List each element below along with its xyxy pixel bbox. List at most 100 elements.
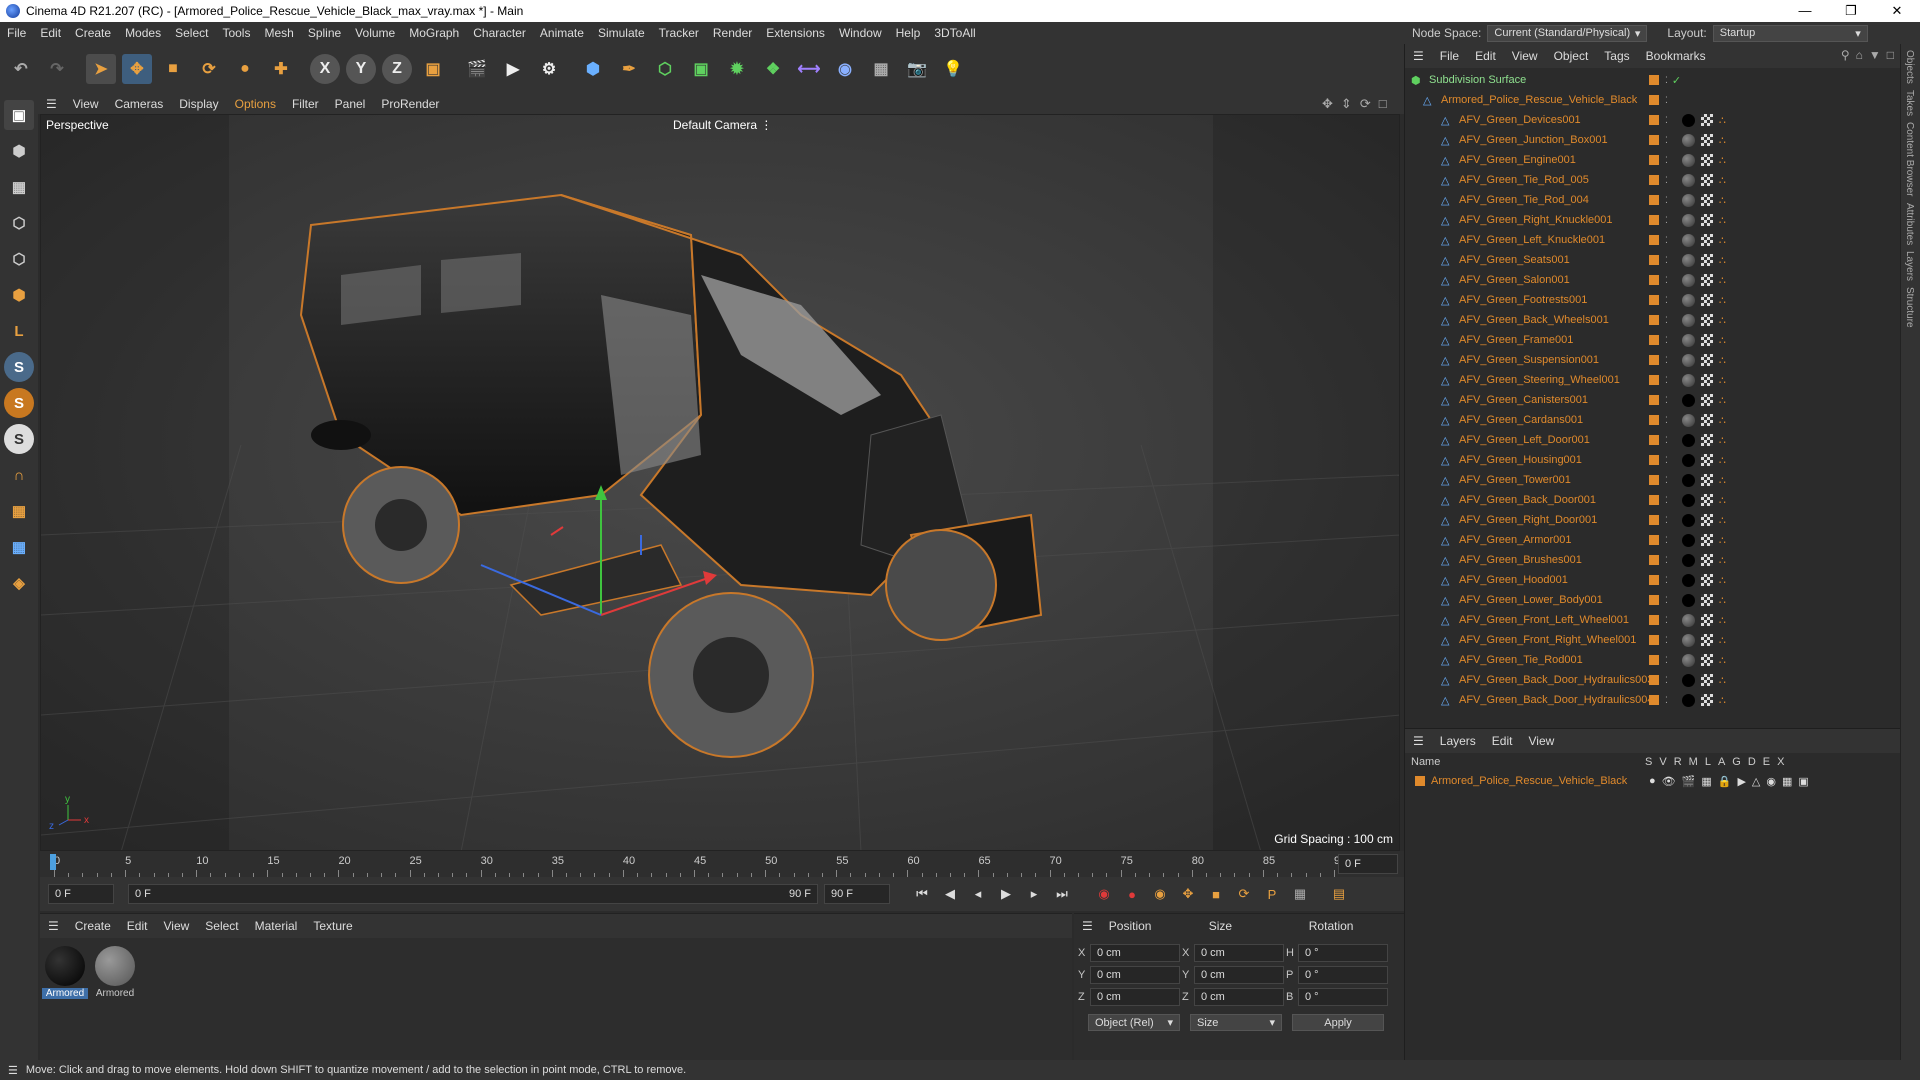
layer-color-icon[interactable] — [1649, 395, 1659, 405]
parameter-key-icon[interactable]: P — [1261, 883, 1283, 905]
vertex-tag-icon[interactable]: ∴ — [1719, 334, 1726, 347]
quantize-icon[interactable]: S — [4, 388, 34, 418]
material-tag-icon[interactable] — [1681, 693, 1695, 707]
size-field[interactable]: 0 cm — [1194, 944, 1284, 962]
bend-icon[interactable]: ⟷ — [794, 54, 824, 84]
material-menu-edit[interactable]: Edit — [119, 919, 156, 933]
minimize-icon[interactable]: — — [1782, 3, 1828, 19]
orbit-icon[interactable]: ⟳ — [1360, 96, 1371, 112]
visibility-dots-icon[interactable]: ⁚ — [1665, 655, 1668, 666]
previous-frame-icon[interactable]: ◂ — [967, 883, 989, 905]
texture-tag-icon[interactable] — [1700, 354, 1713, 366]
point-mode-icon[interactable]: ⬡ — [4, 208, 34, 238]
layer-color-icon[interactable] — [1649, 635, 1659, 645]
texture-tag-icon[interactable] — [1700, 294, 1713, 306]
layer-color-icon[interactable] — [1649, 175, 1659, 185]
layer-color-icon[interactable] — [1649, 495, 1659, 505]
z-axis-lock-icon[interactable]: Z — [382, 54, 412, 84]
visibility-dots-icon[interactable]: ⁚ — [1665, 295, 1668, 306]
hamburger-icon[interactable]: ☰ — [1405, 49, 1432, 63]
apply-button[interactable]: Apply — [1292, 1014, 1384, 1031]
hamburger-icon[interactable]: ☰ — [8, 1064, 18, 1077]
pen-spline-icon[interactable]: ✒ — [614, 54, 644, 84]
texture-tag-icon[interactable] — [1700, 674, 1713, 686]
vertex-tag-icon[interactable]: ∴ — [1719, 614, 1726, 627]
cube-icon[interactable]: ⬢ — [578, 54, 608, 84]
vertex-tag-icon[interactable]: ∴ — [1719, 634, 1726, 647]
object-row[interactable]: △ AFV_Green_Tie_Rod_005 ⁚ ∴ — [1405, 170, 1900, 190]
maximize-icon[interactable]: ❐ — [1828, 3, 1874, 19]
layer-col-header[interactable]: S — [1645, 756, 1652, 768]
visibility-dots-icon[interactable]: ⁚ — [1665, 395, 1668, 406]
object-row[interactable]: △ AFV_Green_Back_Door_Hydraulics003 ⁚ ∴ — [1405, 670, 1900, 690]
size-mode-dropdown[interactable]: Size ▾ — [1190, 1014, 1282, 1031]
layer-color-icon[interactable] — [1649, 95, 1659, 105]
object-row[interactable]: △ AFV_Green_Seats001 ⁚ ∴ — [1405, 250, 1900, 270]
layer-color-icon[interactable] — [1649, 155, 1659, 165]
go-to-start-icon[interactable]: ⏮ — [911, 883, 933, 905]
autokey-icon[interactable]: ● — [1121, 883, 1143, 905]
object-row[interactable]: △ AFV_Green_Back_Wheels001 ⁚ ∴ — [1405, 310, 1900, 330]
layer-color-icon[interactable] — [1649, 595, 1659, 605]
menu-3dtoall[interactable]: 3DToAll — [927, 26, 982, 40]
timeline-window-icon[interactable]: ▤ — [1328, 883, 1350, 905]
visibility-dots-icon[interactable]: ⁚ — [1665, 415, 1668, 426]
material-swatch[interactable]: Armored — [92, 946, 138, 999]
object-row[interactable]: △ AFV_Green_Canisters001 ⁚ ∴ — [1405, 390, 1900, 410]
texture-tag-icon[interactable] — [1700, 154, 1713, 166]
material-tag-icon[interactable] — [1681, 253, 1695, 267]
material-menu-view[interactable]: View — [155, 919, 197, 933]
side-tab-structure[interactable]: Structure — [1904, 287, 1915, 328]
layer-color-icon[interactable] — [1649, 435, 1659, 445]
vertex-tag-icon[interactable]: ∴ — [1719, 594, 1726, 607]
layer-menu-edit[interactable]: Edit — [1484, 734, 1521, 748]
vertex-tag-icon[interactable]: ∴ — [1719, 534, 1726, 547]
deformers-icon[interactable]: ◉ — [1766, 775, 1776, 788]
timeline-ruler[interactable]: 051015202530354045505560657075808590 0 F — [40, 851, 1404, 877]
menu-create[interactable]: Create — [68, 26, 118, 40]
previous-key-icon[interactable]: ◀ — [939, 883, 961, 905]
render-icon[interactable]: 🎬 — [1682, 775, 1696, 788]
locked-icon[interactable]: 🔒 — [1718, 775, 1732, 788]
vertex-tag-icon[interactable]: ∴ — [1719, 674, 1726, 687]
go-to-end-icon[interactable]: ⏭ — [1051, 883, 1073, 905]
hamburger-icon[interactable]: ☰ — [1074, 919, 1101, 933]
play-icon[interactable]: ▶ — [995, 883, 1017, 905]
menu-edit[interactable]: Edit — [33, 26, 68, 40]
object-menu-file[interactable]: File — [1432, 49, 1467, 63]
viewport-menu-options[interactable]: Options — [227, 97, 284, 111]
texture-tag-icon[interactable] — [1700, 334, 1713, 346]
render-settings-icon[interactable]: ⚙ — [534, 54, 564, 84]
move-tool-icon[interactable]: ✥ — [122, 54, 152, 84]
texture-tag-icon[interactable] — [1700, 694, 1713, 706]
scale-tool-icon[interactable]: ■ — [158, 54, 188, 84]
material-tag-icon[interactable] — [1681, 633, 1695, 647]
subdivision-icon[interactable]: ⬡ — [650, 54, 680, 84]
visibility-dots-icon[interactable]: ⁚ — [1665, 615, 1668, 626]
material-tag-icon[interactable] — [1681, 293, 1695, 307]
material-tag-icon[interactable] — [1681, 553, 1695, 567]
material-tag-icon[interactable] — [1681, 193, 1695, 207]
material-tag-icon[interactable] — [1681, 393, 1695, 407]
mograph-cloner-icon[interactable]: ✹ — [722, 54, 752, 84]
texture-tag-icon[interactable] — [1700, 594, 1713, 606]
object-row[interactable]: △ AFV_Green_Left_Door001 ⁚ ∴ — [1405, 430, 1900, 450]
object-row[interactable]: △ AFV_Green_Housing001 ⁚ ∴ — [1405, 450, 1900, 470]
texture-tag-icon[interactable] — [1700, 534, 1713, 546]
layer-color-icon[interactable] — [1649, 315, 1659, 325]
expressions-icon[interactable]: ▦ — [1782, 775, 1792, 788]
visibility-dots-icon[interactable]: ⁚ — [1665, 255, 1668, 266]
select-tool-icon[interactable]: ➤ — [86, 54, 116, 84]
animation-icon[interactable]: ▶ — [1737, 775, 1745, 788]
object-row[interactable]: △ Armored_Police_Rescue_Vehicle_Black ⁚ — [1405, 90, 1900, 110]
object-row[interactable]: △ AFV_Green_Hood001 ⁚ ∴ — [1405, 570, 1900, 590]
layer-color-icon[interactable] — [1649, 255, 1659, 265]
visibility-dots-icon[interactable]: ⁚ — [1665, 315, 1668, 326]
material-tag-icon[interactable] — [1681, 373, 1695, 387]
vertex-tag-icon[interactable]: ∴ — [1719, 374, 1726, 387]
visibility-dots-icon[interactable]: ⁚ — [1665, 575, 1668, 586]
material-menu-material[interactable]: Material — [247, 919, 306, 933]
object-row[interactable]: △ AFV_Green_Devices001 ⁚ ∴ — [1405, 110, 1900, 130]
layer-col-header[interactable]: X — [1777, 756, 1784, 768]
record-icon[interactable]: ◉ — [1093, 883, 1115, 905]
